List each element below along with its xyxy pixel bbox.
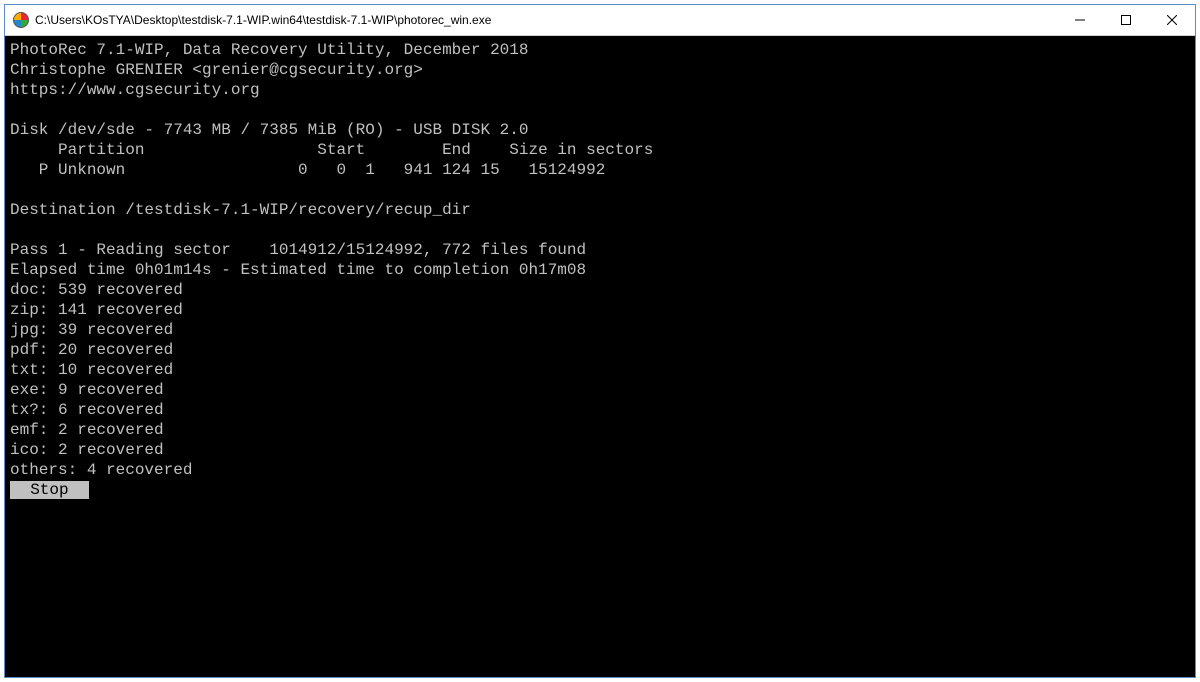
recovered-emf: emf: 2 recovered xyxy=(10,421,164,439)
partition-row: P Unknown 0 0 1 941 124 15 15124992 xyxy=(10,161,605,179)
banner-line: PhotoRec 7.1-WIP, Data Recovery Utility,… xyxy=(10,41,528,59)
maximize-icon xyxy=(1121,15,1131,25)
minimize-icon xyxy=(1075,15,1085,25)
recovered-exe: exe: 9 recovered xyxy=(10,381,164,399)
title-bar[interactable]: C:\Users\KOsTYA\Desktop\testdisk-7.1-WIP… xyxy=(5,5,1195,36)
elapsed-line: Elapsed time 0h01m14s - Estimated time t… xyxy=(10,261,586,279)
app-window: C:\Users\KOsTYA\Desktop\testdisk-7.1-WIP… xyxy=(4,4,1196,678)
recovered-doc: doc: 539 recovered xyxy=(10,281,183,299)
recovered-txq: tx?: 6 recovered xyxy=(10,401,164,419)
maximize-button[interactable] xyxy=(1103,5,1149,36)
recovered-others: others: 4 recovered xyxy=(10,461,192,479)
pass-line: Pass 1 - Reading sector 1014912/15124992… xyxy=(10,241,586,259)
minimize-button[interactable] xyxy=(1057,5,1103,36)
recovered-jpg: jpg: 39 recovered xyxy=(10,321,173,339)
window-title: C:\Users\KOsTYA\Desktop\testdisk-7.1-WIP… xyxy=(35,13,491,27)
recovered-txt: txt: 10 recovered xyxy=(10,361,173,379)
url-line: https://www.cgsecurity.org xyxy=(10,81,260,99)
terminal-output: PhotoRec 7.1-WIP, Data Recovery Utility,… xyxy=(5,37,1195,677)
partition-columns: Partition Start End Size in sectors xyxy=(10,141,653,159)
stop-button[interactable]: Stop xyxy=(10,481,89,499)
recovered-ico: ico: 2 recovered xyxy=(10,441,164,459)
disk-line: Disk /dev/sde - 7743 MB / 7385 MiB (RO) … xyxy=(10,121,528,139)
recovered-zip: zip: 141 recovered xyxy=(10,301,183,319)
close-button[interactable] xyxy=(1149,5,1195,36)
destination-line: Destination /testdisk-7.1-WIP/recovery/r… xyxy=(10,201,471,219)
app-icon xyxy=(13,12,29,28)
author-line: Christophe GRENIER <grenier@cgsecurity.o… xyxy=(10,61,423,79)
recovered-pdf: pdf: 20 recovered xyxy=(10,341,173,359)
close-icon xyxy=(1167,15,1177,25)
